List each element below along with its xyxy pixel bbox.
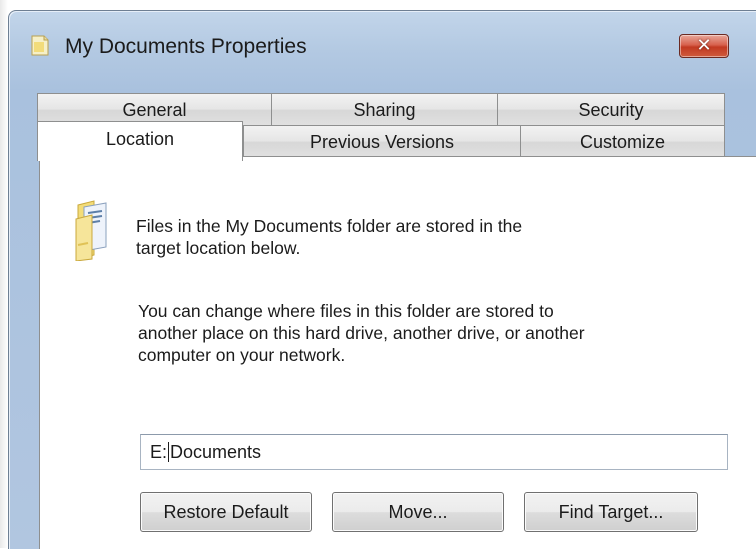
path-suffix: Documents [170,442,262,462]
intro-text: Files in the My Documents folder are sto… [136,215,522,259]
tab-sharing-label: Sharing [353,100,416,120]
window-title: My Documents Properties [65,35,307,58]
move-button[interactable]: Move... [332,492,504,532]
description-line-2: another place on this hard drive, anothe… [138,323,585,343]
intro-line-2: target location below. [136,238,301,258]
document-folder-icon [75,200,107,261]
tab-previous-versions[interactable]: Previous Versions [243,125,521,157]
path-prefix: E: [150,442,168,462]
tab-security-label: Security [578,100,644,120]
restore-default-button[interactable]: Restore Default [140,492,312,532]
target-location-input[interactable]: E: Documents [140,434,728,470]
tab-location-label: Location [105,129,175,149]
description-line-1: You can change where files in this folde… [138,301,554,321]
tab-location[interactable]: Location [37,121,243,161]
tab-security[interactable]: Security [497,93,725,125]
tab-customize[interactable]: Customize [520,125,725,157]
description-text: You can change where files in this folde… [138,300,585,366]
properties-dialog: My Documents Properties ✕ General Sharin… [8,10,756,549]
description-line-3: computer on your network. [138,345,346,365]
close-button[interactable]: ✕ [679,34,729,58]
intro-line-1: Files in the My Documents folder are sto… [136,216,523,236]
find-target-button[interactable]: Find Target... [524,492,698,532]
tab-previous-versions-label: Previous Versions [309,132,455,152]
location-tab-panel: Files in the My Documents folder are sto… [39,156,756,549]
folder-page-icon [31,35,49,56]
title-bar[interactable]: My Documents Properties ✕ [9,11,756,69]
background-edge [0,0,8,548]
text-caret [168,442,170,462]
tab-sharing[interactable]: Sharing [271,93,498,125]
close-icon: ✕ [696,35,712,56]
tab-customize-label: Customize [579,132,666,152]
